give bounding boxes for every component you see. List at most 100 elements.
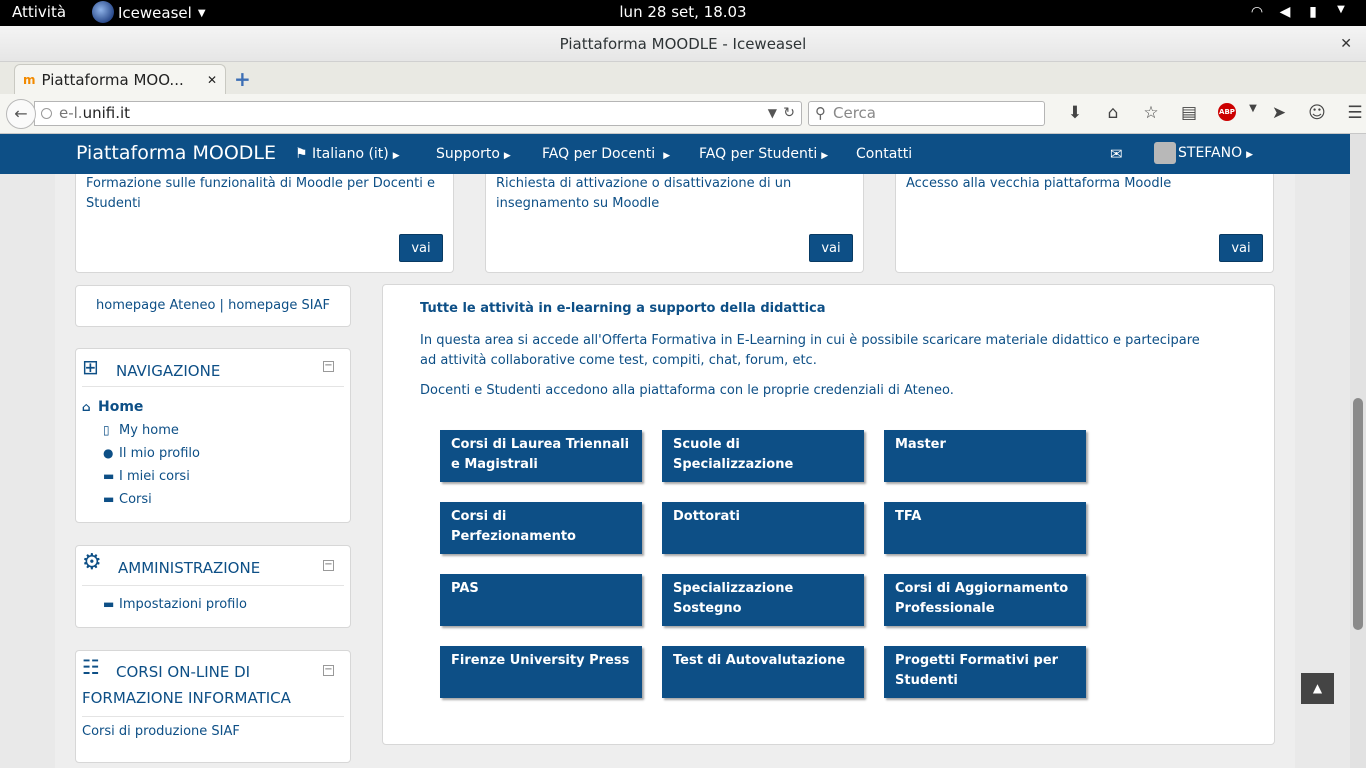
folder-icon: ▬ <box>103 469 115 483</box>
chevron-down-icon[interactable]: ▼ <box>768 102 777 125</box>
scrollbar-thumb[interactable] <box>1353 398 1363 630</box>
chevron-down-icon[interactable]: ▼ <box>1246 103 1260 123</box>
search-placeholder: Cerca <box>833 104 876 122</box>
mail-icon[interactable]: ✉ <box>1110 145 1123 163</box>
menu-faq-studenti[interactable]: FAQ per Studenti ▶ <box>699 146 828 162</box>
block-title: NAVIGAZIONE <box>116 362 221 380</box>
iceweasel-icon <box>92 1 114 23</box>
administration-block: ⚙ AMMINISTRAZIONE − ▬ Impostazioni profil… <box>75 545 351 628</box>
vai-button[interactable]: vai <box>399 234 443 262</box>
chevron-down-icon: ▼ <box>197 7 206 19</box>
home-icon[interactable]: ⌂ <box>1094 103 1132 123</box>
activities-button[interactable]: Attività <box>12 3 66 21</box>
tile-aggiornamento[interactable]: Corsi di Aggiornamento Professionale <box>884 574 1086 626</box>
folder-icon: ▬ <box>103 597 115 611</box>
menu-language[interactable]: ⚑ Italiano (it) ▶ <box>295 146 400 162</box>
hamburger-menu-icon[interactable]: ☰ <box>1336 103 1366 123</box>
vai-button[interactable]: vai <box>809 234 853 262</box>
siaf-production-courses-link[interactable]: Corsi di produzione SIAF <box>82 724 240 739</box>
user-menu[interactable]: STEFANO ▶ <box>1178 145 1253 161</box>
tile-pas[interactable]: PAS <box>440 574 642 626</box>
vai-button[interactable]: vai <box>1219 234 1263 262</box>
block-title-line2: FORMAZIONE INFORMATICA <box>82 689 291 707</box>
tile-perfezionamento[interactable]: Corsi di Perfezionamento <box>440 502 642 554</box>
search-input[interactable]: ⚲ Cerca <box>808 101 1045 126</box>
avatar[interactable] <box>1154 142 1176 164</box>
download-icon[interactable]: ⬇ <box>1056 103 1094 123</box>
block-header: ☷ CORSI ON-LINE DI FORMAZIONE INFORMATIC… <box>82 651 344 717</box>
folder-icon: ▬ <box>103 492 115 506</box>
card-text: Formazione sulle funzionalità di Moodle … <box>86 176 435 211</box>
menu-contatti[interactable]: Contatti <box>856 146 912 162</box>
tile-autovalutazione[interactable]: Test di Autovalutazione <box>662 646 864 698</box>
menu-faq-docenti[interactable]: FAQ per Docenti ▶ <box>542 146 670 162</box>
block-header: ⚙ AMMINISTRAZIONE − <box>82 546 344 586</box>
info-icon[interactable] <box>41 108 52 119</box>
nav-profile-settings[interactable]: ▬ Impostazioni profilo <box>103 597 247 612</box>
tile-progetti-formativi[interactable]: Progetti Formativi per Studenti <box>884 646 1086 698</box>
tile-tfa[interactable]: TFA <box>884 502 1086 554</box>
user-icon: ● <box>103 446 114 460</box>
navigation-block: ⊞ NAVIGAZIONE − ⌂ Home ▯ My home ● Il mio p… <box>75 348 351 523</box>
chevron-down-icon: ▼ <box>1337 4 1345 15</box>
toolbar-icons: ⬇ ⌂ ☆ ▤ ABP ▼ ➤ ☺ ☰ <box>1056 103 1366 123</box>
send-icon[interactable]: ➤ <box>1260 103 1298 123</box>
user-name: STEFANO <box>1178 145 1243 161</box>
arrow-left-icon: ← <box>14 104 28 123</box>
new-tab-icon[interactable]: + <box>234 67 251 91</box>
block-title-line1: CORSI ON-LINE DI <box>116 663 251 681</box>
bookmark-star-icon[interactable]: ☆ <box>1132 103 1170 123</box>
nav-my-profile[interactable]: ● Il mio profilo <box>103 446 200 461</box>
app-menu[interactable]: Iceweasel ▼ <box>92 1 206 23</box>
menu-label: FAQ per Studenti <box>699 146 818 162</box>
moodle-icon: m <box>23 72 36 87</box>
chat-icon[interactable]: ☺ <box>1298 103 1336 123</box>
reload-icon[interactable]: ↻ <box>783 102 795 125</box>
links-block: homepage Ateneo | homepage SIAF <box>75 285 351 327</box>
collapse-icon[interactable]: − <box>323 361 334 372</box>
url-bar[interactable]: e-l.unifi.it ▼ ↻ <box>34 101 802 126</box>
nav-home[interactable]: ⌂ Home <box>82 399 143 415</box>
adblock-icon[interactable]: ABP <box>1218 103 1236 121</box>
collapse-icon[interactable]: − <box>323 560 334 571</box>
homepage-siaf-link[interactable]: homepage SIAF <box>228 298 330 313</box>
list-icon: ☷ <box>82 655 100 679</box>
bookmarks-list-icon[interactable]: ▤ <box>1170 103 1208 123</box>
nav-my-home[interactable]: ▯ My home <box>103 423 179 438</box>
caret-right-icon: ▶ <box>392 151 400 161</box>
menu-label: Italiano (it) <box>312 146 389 162</box>
nav-courses[interactable]: ▬ Corsi <box>103 492 152 507</box>
intro-paragraph: In questa area si accede all'Offerta For… <box>420 333 1200 368</box>
tile-master[interactable]: Master <box>884 430 1086 482</box>
tile-laurea[interactable]: Corsi di Laurea Triennali e Magistrali <box>440 430 642 482</box>
url-domain: unifi.it <box>82 104 131 122</box>
tile-specializzazione[interactable]: Scuole di Specializzazione <box>662 430 864 482</box>
moodle-navbar: Piattaforma MOODLE ⚑ Italiano (it) ▶ Supp… <box>0 134 1350 174</box>
window-title: Piattaforma MOODLE - Iceweasel <box>559 35 807 53</box>
sitemap-icon: ⊞ <box>82 355 99 379</box>
nav-label: Il mio profilo <box>119 446 200 461</box>
homepage-ateneo-link[interactable]: homepage Ateneo <box>96 298 215 313</box>
card-text: Accesso alla vecchia piattaforma Moodle <box>906 176 1172 191</box>
menu-supporto[interactable]: Supporto ▶ <box>436 146 511 162</box>
page-viewport: Formazione sulle funzionalità di Moodle … <box>0 134 1350 768</box>
tab-moodle[interactable]: m Piattaforma MOO... ✕ <box>14 64 226 94</box>
scroll-to-top-button[interactable]: ▲ <box>1301 673 1334 704</box>
back-button[interactable]: ← <box>6 99 36 129</box>
close-icon[interactable]: ✕ <box>1340 26 1352 62</box>
close-icon[interactable]: ✕ <box>207 73 217 87</box>
info-card: Richiesta di attivazione o disattivazion… <box>485 174 864 273</box>
info-card: Accesso alla vecchia piattaforma Moodle … <box>895 174 1274 273</box>
url-prefix: e-l. <box>59 104 83 122</box>
collapse-icon[interactable]: − <box>323 665 334 676</box>
tile-dottorati[interactable]: Dottorati <box>662 502 864 554</box>
page-scrollbar[interactable] <box>1350 134 1366 768</box>
nav-label: My home <box>119 423 179 438</box>
tile-sostegno[interactable]: Specializzazione Sostegno <box>662 574 864 626</box>
battery-icon: ▮ <box>1309 4 1317 20</box>
nav-my-courses[interactable]: ▬ I miei corsi <box>103 469 190 484</box>
wifi-icon: ◠ <box>1250 4 1264 20</box>
tile-fup[interactable]: Firenze University Press <box>440 646 642 698</box>
brand-link[interactable]: Piattaforma MOODLE <box>76 142 276 164</box>
system-tray[interactable]: ◠ ◀ ▮ ▼ <box>1248 4 1350 20</box>
